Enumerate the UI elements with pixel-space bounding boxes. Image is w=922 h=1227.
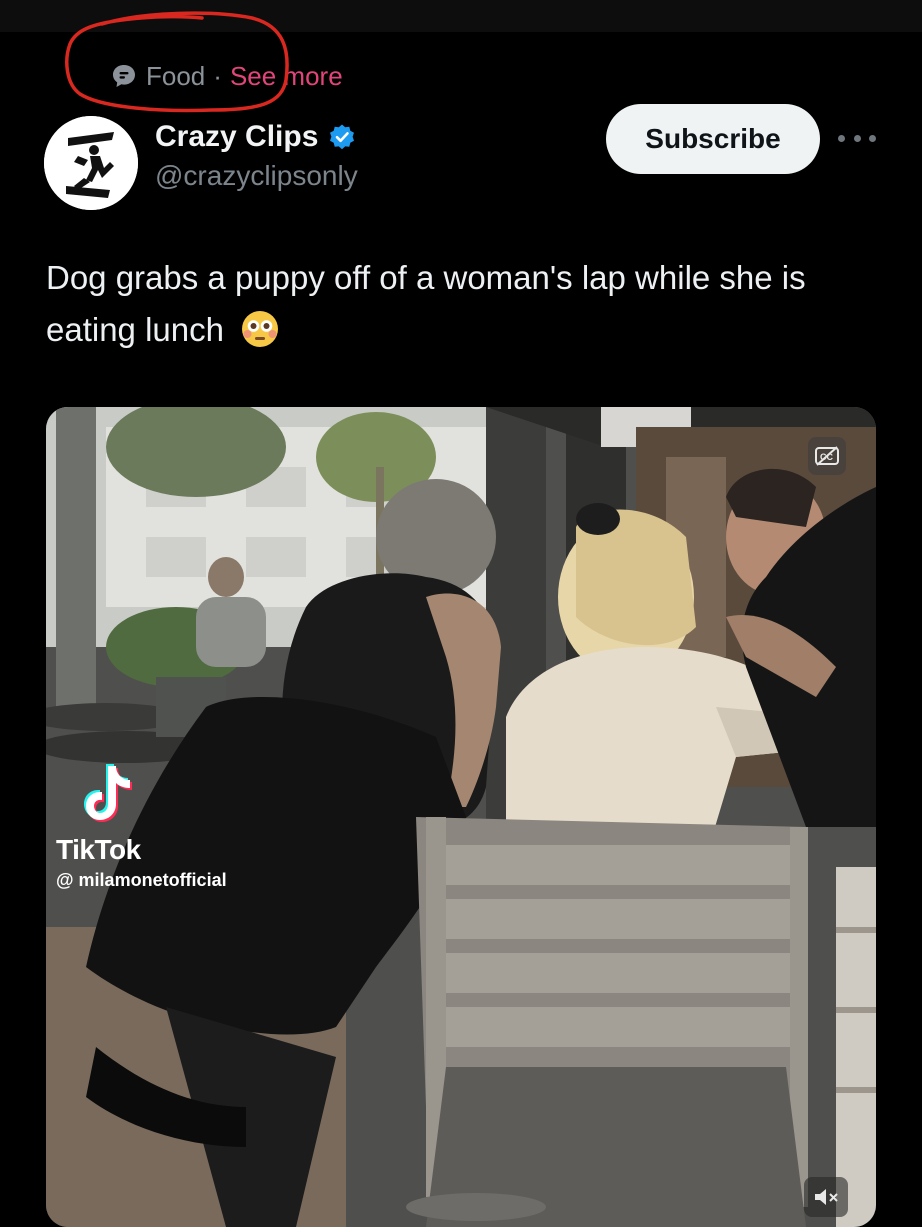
speaker-muted-icon[interactable] [804, 1177, 848, 1217]
subscribe-button[interactable]: Subscribe [606, 104, 820, 174]
video-player[interactable]: CC TikTok @ milamonetofficial [46, 407, 876, 1227]
topic-separator: · [213, 60, 222, 91]
post-text-content: Dog grabs a puppy off of a woman's lap w… [46, 259, 806, 348]
status-bar-strip [0, 0, 922, 32]
video-frame-image [46, 407, 876, 1227]
more-horizontal-icon[interactable] [838, 126, 876, 150]
message-bubble-icon [113, 65, 135, 87]
tiktok-username-text: @ milamonetofficial [56, 870, 227, 890]
verified-badge-icon [330, 124, 355, 150]
closed-captions-off-icon[interactable]: CC [808, 437, 846, 475]
tiktok-logo-icon [84, 764, 132, 822]
topic-row[interactable]: Food · See more [110, 58, 343, 94]
author-display-name[interactable]: Crazy Clips [155, 120, 318, 154]
tiktok-brand-text: TikTok [56, 834, 141, 865]
author-name-row[interactable]: Crazy Clips [155, 120, 356, 154]
see-more-link[interactable]: See more [230, 61, 343, 92]
flushed-face-emoji-icon [242, 311, 279, 347]
avatar[interactable] [44, 116, 138, 210]
author-handle[interactable]: @crazyclipsonly [155, 160, 358, 192]
post-text: Dog grabs a puppy off of a woman's lap w… [46, 252, 886, 356]
topic-name[interactable]: Food [146, 61, 205, 92]
crazy-clips-logo-icon [44, 116, 138, 210]
